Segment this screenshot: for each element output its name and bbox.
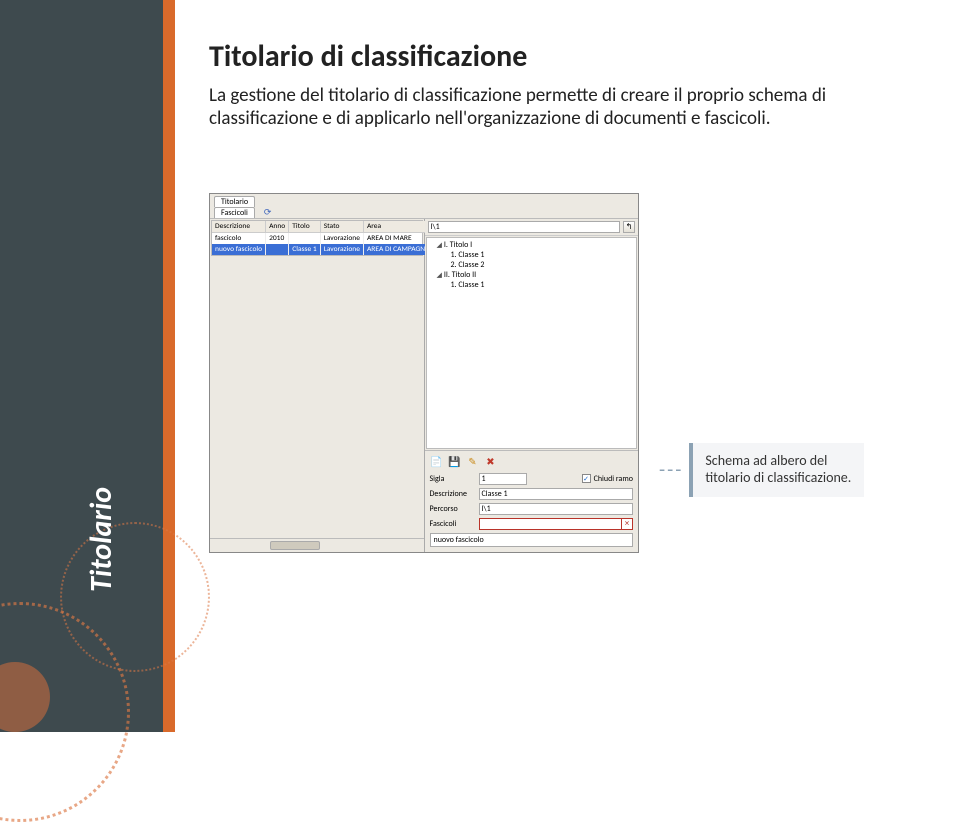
tree-node[interactable]: 1. Classe 1 — [429, 280, 635, 290]
clear-fascicoli-icon[interactable]: × — [621, 518, 633, 530]
refresh-icon[interactable]: ⟳ — [264, 207, 272, 218]
chiudi-label: Chiudi ramo — [594, 474, 633, 484]
tree-node[interactable]: I. Titolo I — [444, 240, 472, 250]
callout-box: Schema ad albero del titolario di classi… — [689, 443, 864, 497]
fascicoli-list-pane: Descrizione Anno Titolo Stato Area Data … — [210, 219, 425, 552]
fascicoli-label: Fascicoli — [430, 519, 474, 529]
detail-form: 📄 💾 ✎ ✖ Sigla 1 ✓ Chiudi ramo — [425, 450, 639, 552]
save-icon[interactable]: 💾 — [448, 455, 462, 469]
col-titolo[interactable]: Titolo — [289, 221, 320, 233]
slide-content: Titolario di classificazione La gestione… — [175, 0, 960, 732]
titolario-pane: I\1 ↰ ◢I. Titolo I 1. Classe 1 2. Classe… — [425, 219, 639, 552]
sigla-label: Sigla — [430, 474, 474, 484]
fascicoli-list-item[interactable]: nuovo fascicolo — [430, 533, 634, 547]
tab-fascicoli[interactable]: Fascicoli — [214, 207, 255, 218]
slide-title: Titolario di classificazione — [209, 38, 920, 75]
app-window: Titolario Fascicoli ⟳ Descrizione Anno T… — [209, 193, 639, 553]
path-input[interactable]: I\1 — [428, 221, 621, 233]
descrizione-label: Descrizione — [430, 489, 474, 499]
h-scrollbar[interactable] — [210, 538, 424, 552]
tab-titolario[interactable]: Titolario — [214, 196, 255, 207]
tree-node[interactable]: II. Titolo II — [444, 270, 476, 280]
edit-icon[interactable]: ✎ — [466, 455, 480, 469]
fascicoli-field[interactable]: × — [479, 518, 634, 530]
titolario-tree[interactable]: ◢I. Titolo I 1. Classe 1 2. Classe 2 ◢II… — [426, 237, 638, 449]
percorso-label: Percorso — [430, 504, 474, 514]
col-stato[interactable]: Stato — [320, 221, 363, 233]
collapse-icon[interactable]: ◢ — [437, 270, 442, 279]
new-icon[interactable]: 📄 — [430, 455, 444, 469]
percorso-field[interactable]: I\1 — [479, 503, 634, 515]
delete-icon[interactable]: ✖ — [484, 455, 498, 469]
descrizione-field[interactable]: Classe 1 — [479, 488, 634, 500]
chiudi-checkbox[interactable]: ✓ Chiudi ramo — [582, 474, 633, 484]
col-descrizione[interactable]: Descrizione — [212, 221, 266, 233]
callout-connector: --- — [659, 458, 683, 482]
vertical-section-label: Titolario — [83, 487, 120, 592]
slide-body: La gestione del titolario di classificaz… — [209, 85, 920, 131]
sigla-field[interactable]: 1 — [479, 473, 527, 485]
col-anno[interactable]: Anno — [266, 221, 289, 233]
parent-path-button[interactable]: ↰ — [623, 221, 635, 233]
tree-node[interactable]: 1. Classe 1 — [429, 250, 635, 260]
tree-node[interactable]: 2. Classe 2 — [429, 260, 635, 270]
collapse-icon[interactable]: ◢ — [437, 240, 442, 249]
sidebar-decor: Titolario — [0, 0, 175, 732]
col-area[interactable]: Area — [363, 221, 433, 233]
